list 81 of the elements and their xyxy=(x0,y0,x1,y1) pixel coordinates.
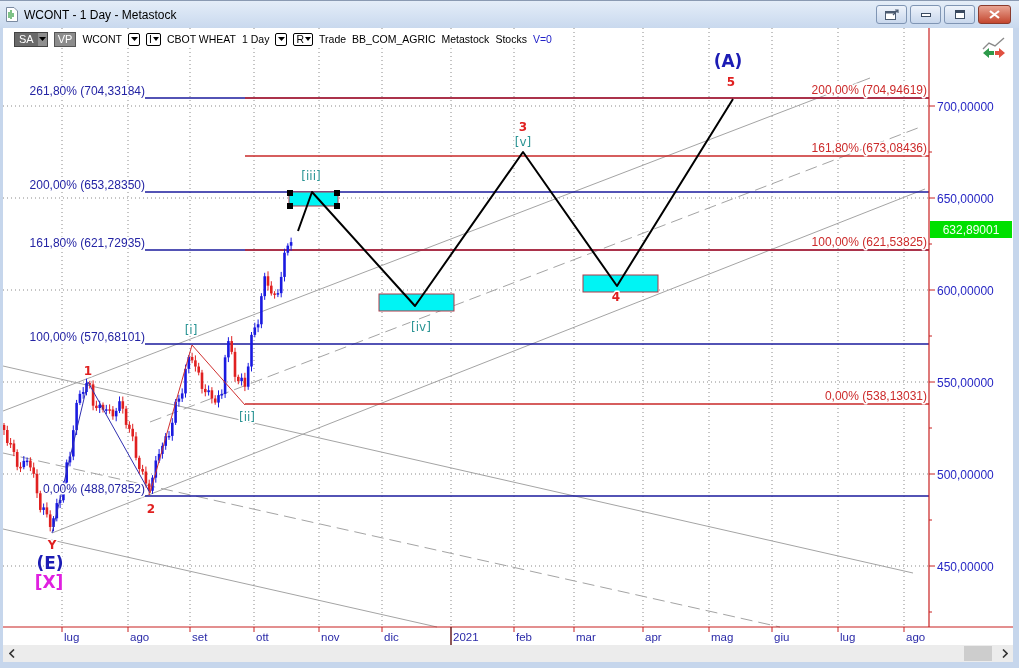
caret-icon xyxy=(277,37,285,41)
last-price-tag: 632,89001 xyxy=(930,221,1012,238)
maximize-button[interactable] xyxy=(944,5,975,24)
window-title: WCONT - 1 Day - Metastock xyxy=(24,7,177,22)
fibonacci-level-label: 0,00% (538,13031) xyxy=(824,389,927,403)
menu-button[interactable]: I xyxy=(146,32,161,46)
time-axis-label: feb xyxy=(516,631,532,643)
caret-icon xyxy=(152,37,159,41)
time-axis-label: set xyxy=(192,631,208,643)
time-axis-label: mar xyxy=(576,631,596,643)
resize-handle[interactable] xyxy=(334,190,340,196)
caret-icon xyxy=(305,37,312,41)
toolbar-label: Metastock xyxy=(441,33,490,45)
price-axis-label: 550,00000 xyxy=(937,375,994,390)
close-button[interactable] xyxy=(978,5,1011,24)
fibonacci-level-label: 100,00% (621,53825) xyxy=(811,235,927,249)
fibonacci-level-label: 200,00% (704,94619) xyxy=(811,83,927,97)
toolbar-label: WCONT xyxy=(82,33,123,45)
wave-label: [ii] xyxy=(239,410,255,424)
time-axis-label: mag xyxy=(711,631,734,643)
wave-label: 1 xyxy=(83,364,93,378)
dropdown-button[interactable] xyxy=(275,32,288,46)
chart-document-icon xyxy=(6,7,18,22)
time-axis-label: dic xyxy=(384,631,399,643)
toolbar-value: V=0 xyxy=(532,33,552,45)
price-axis-label: 450,00000 xyxy=(937,559,994,574)
wave-label: 2 xyxy=(146,502,156,516)
chevron-right-icon xyxy=(1001,649,1008,658)
time-axis-label: lug xyxy=(840,631,856,643)
close-icon xyxy=(989,10,1000,19)
caret-icon xyxy=(130,37,138,41)
fibonacci-level-label: 161,80% (673,08436) xyxy=(811,141,927,155)
wave-label: [iii] xyxy=(301,169,321,183)
toolbar-label: Stocks xyxy=(495,33,527,45)
time-axis-label: ago xyxy=(906,631,926,643)
toolbar-label: Trade xyxy=(319,33,347,45)
toolbar-label: BB_COM_AGRIC xyxy=(352,33,436,45)
price-axis-label: 650,00000 xyxy=(937,191,994,206)
detach-button[interactable] xyxy=(876,5,907,24)
dropdown-button[interactable]: SA xyxy=(14,31,48,47)
fibonacci-level-label: 200,00% (653,28350) xyxy=(29,178,145,192)
fibonacci-level-label: 100,00% (570,68101) xyxy=(29,330,145,344)
resize-handle[interactable] xyxy=(334,203,340,209)
wave-label: [v] xyxy=(514,135,532,149)
price-axis-label: 700,00000 xyxy=(937,99,994,114)
time-axis-label: giu xyxy=(774,631,790,643)
minimize-button[interactable] xyxy=(910,5,941,24)
price-axis-label: 500,00000 xyxy=(937,467,994,482)
target-zone[interactable] xyxy=(582,274,659,293)
target-zone[interactable] xyxy=(378,293,455,312)
price-axis-label: 600,00000 xyxy=(937,283,994,298)
time-axis-label: nov xyxy=(321,631,340,643)
wave-label: 5 xyxy=(726,75,736,89)
resize-handle[interactable] xyxy=(287,190,293,196)
fibonacci-level-label: 161,80% (621,72935) xyxy=(29,236,145,250)
toolbar-label: 1 Day xyxy=(242,33,270,45)
wave-label: 3 xyxy=(518,120,528,134)
toolbar-label: CBOT WHEAT xyxy=(166,33,236,45)
wave-label: (A) xyxy=(713,51,743,71)
time-axis-label: ott xyxy=(256,631,269,643)
wave-label: Y xyxy=(47,538,57,552)
fibonacci-level-label: 261,80% (704,33184) xyxy=(29,84,145,98)
wave-label: [i] xyxy=(184,323,198,337)
wave-label: (E) xyxy=(36,553,64,573)
dropdown-button[interactable] xyxy=(128,32,141,46)
scrollbar-thumb[interactable] xyxy=(964,646,992,661)
caret-icon xyxy=(38,37,46,41)
time-axis-label: ago xyxy=(130,631,150,643)
chevron-left-icon xyxy=(8,649,15,658)
maximize-icon xyxy=(954,10,965,19)
external-window-icon xyxy=(884,9,899,20)
menu-button[interactable]: R xyxy=(293,32,314,46)
time-axis-label: lug xyxy=(64,631,80,643)
resize-handle[interactable] xyxy=(287,203,293,209)
time-axis-label: 2021 xyxy=(453,631,479,643)
wave-label: [iv] xyxy=(411,320,431,334)
minimize-icon xyxy=(920,12,931,17)
wave-label: 4 xyxy=(611,290,621,304)
chart-arrows-icon[interactable] xyxy=(982,37,1005,58)
time-axis-label: apr xyxy=(645,631,662,643)
wave-label: [X] xyxy=(34,572,64,592)
